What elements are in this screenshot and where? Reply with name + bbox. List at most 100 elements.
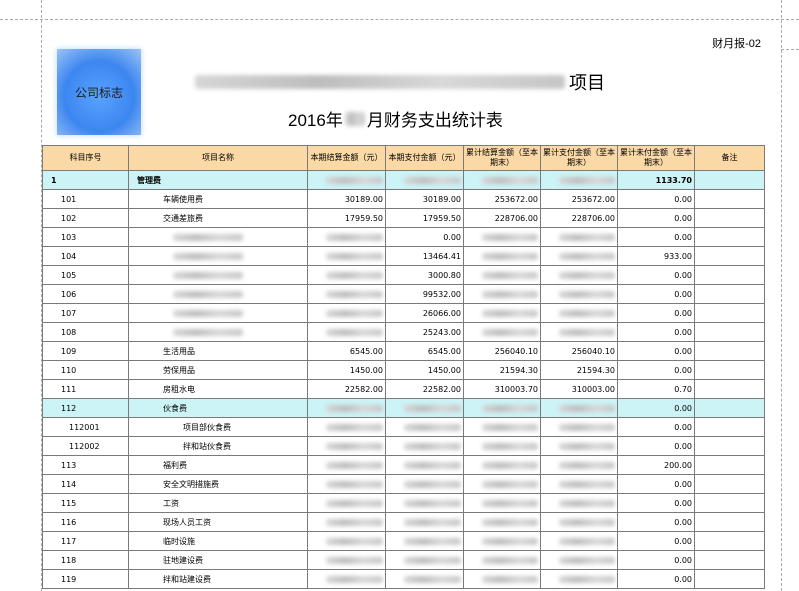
cell-amount: 13464.41 [385, 246, 464, 266]
table-row: 108 25243.00 0.00 [42, 322, 765, 342]
cell-item-name: 房租水电 [128, 379, 308, 399]
logo-label: 公司标志 [74, 85, 123, 100]
redacted-value [481, 442, 538, 450]
cell-note [694, 493, 765, 513]
cell-code: 113 [42, 455, 129, 475]
cell-amount [307, 474, 386, 494]
redacted-value [404, 423, 461, 431]
cell-amount: 30189.00 [385, 189, 464, 209]
cell-amount [385, 170, 464, 190]
redacted-value [481, 518, 538, 526]
header-cell: 项目名称 [128, 145, 308, 171]
cell-amount [540, 246, 618, 266]
cell-item-name: 项目部伙食费 [128, 417, 308, 437]
cell-amount: 22582.00 [307, 379, 386, 399]
cell-amount: 0.00 [617, 398, 695, 418]
cell-amount: 0.00 [617, 265, 695, 285]
cell-amount [463, 436, 541, 456]
cell-amount: 6545.00 [385, 341, 464, 361]
cell-item-name: 拌和站伙食费 [128, 436, 308, 456]
redacted-value [326, 461, 383, 469]
table-row: 109 生活用品 6545.00 6545.00 256040.10 256040.10 0… [42, 341, 765, 361]
cell-amount [540, 170, 618, 190]
redacted-value [326, 423, 383, 431]
cell-amount [463, 417, 541, 437]
report-code: 财月报-02 [712, 38, 761, 50]
cell-code: 117 [42, 531, 129, 551]
cell-amount: 21594.30 [463, 360, 541, 380]
cell-note [694, 531, 765, 551]
cell-amount: 256040.10 [463, 341, 541, 361]
redacted-value [404, 461, 461, 469]
cell-amount [463, 455, 541, 475]
cell-amount [463, 170, 541, 190]
table-row: 112001 项目部伙食费 0.00 [42, 417, 765, 437]
cell-item-name: 安全文明措施费 [128, 474, 308, 494]
redacted-value [173, 252, 243, 260]
cell-amount: 310003.70 [463, 379, 541, 399]
cell-item-name: 临时设施 [128, 531, 308, 551]
header-cell: 本期结算金额（元） [307, 145, 386, 171]
table-row: 106 99532.00 0.00 [42, 284, 765, 304]
cell-amount: 0.00 [617, 189, 695, 209]
table-row: 111 房租水电 22582.00 22582.00 310003.70 310003.0… [42, 379, 765, 399]
redacted-value [481, 537, 538, 545]
table-row: 1 管理费 1133.70 [42, 170, 765, 190]
header-cell: 备注 [694, 145, 765, 171]
redacted-value [558, 518, 615, 526]
cell-amount: 1450.00 [385, 360, 464, 380]
cell-amount [540, 550, 618, 570]
cell-amount [463, 227, 541, 247]
cell-item-name [128, 265, 308, 285]
cell-item-name [128, 284, 308, 304]
cell-amount [540, 531, 618, 551]
cell-amount [307, 493, 386, 513]
cell-amount: 26066.00 [385, 303, 464, 323]
table-row: 112002 拌和站伙食费 0.00 [42, 436, 765, 456]
cell-amount [540, 303, 618, 323]
cell-item-name: 车辆使用费 [128, 189, 308, 209]
cell-code: 110 [42, 360, 129, 380]
cell-amount [307, 436, 386, 456]
cell-amount: 0.00 [617, 341, 695, 361]
header-cell: 科目序号 [42, 145, 129, 171]
cell-amount [463, 265, 541, 285]
cell-amount [463, 474, 541, 494]
table-row: 102 交通差旅费 17959.50 17959.50 228706.00 228706.… [42, 208, 765, 228]
redacted-value [481, 404, 538, 412]
page-margin-guide-header [781, 49, 799, 50]
cell-amount: 17959.50 [307, 208, 386, 228]
cell-amount: 253672.00 [540, 189, 618, 209]
cell-amount [540, 493, 618, 513]
redacted-value [481, 309, 538, 317]
cell-amount [307, 322, 386, 342]
table-row: 105 3000.80 0.00 [42, 265, 765, 285]
cell-amount: 0.00 [385, 227, 464, 247]
cell-code: 109 [42, 341, 129, 361]
cell-note [694, 379, 765, 399]
cell-amount [463, 303, 541, 323]
table-row: 101 车辆使用费 30189.00 30189.00 253672.00 253672.… [42, 189, 765, 209]
table-row: 116 现场人员工资 0.00 [42, 512, 765, 532]
redacted-value [558, 404, 615, 412]
redacted-value [558, 271, 615, 279]
redacted-value [326, 518, 383, 526]
cell-amount [307, 550, 386, 570]
cell-item-name: 工资 [128, 493, 308, 513]
cell-code: 112002 [42, 436, 129, 456]
cell-amount: 22582.00 [385, 379, 464, 399]
cell-amount [463, 512, 541, 532]
redacted-value [326, 556, 383, 564]
cell-item-name [128, 322, 308, 342]
cell-code: 108 [42, 322, 129, 342]
cell-item-name: 交通差旅费 [128, 208, 308, 228]
redacted-value [481, 575, 538, 583]
cell-code: 116 [42, 512, 129, 532]
cell-amount [385, 398, 464, 418]
cell-note [694, 265, 765, 285]
table-row: 119 拌和站建设费 0.00 [42, 569, 765, 589]
table-row: 107 26066.00 0.00 [42, 303, 765, 323]
cell-amount [385, 417, 464, 437]
redacted-value [326, 176, 383, 184]
cell-amount: 200.00 [617, 455, 695, 475]
